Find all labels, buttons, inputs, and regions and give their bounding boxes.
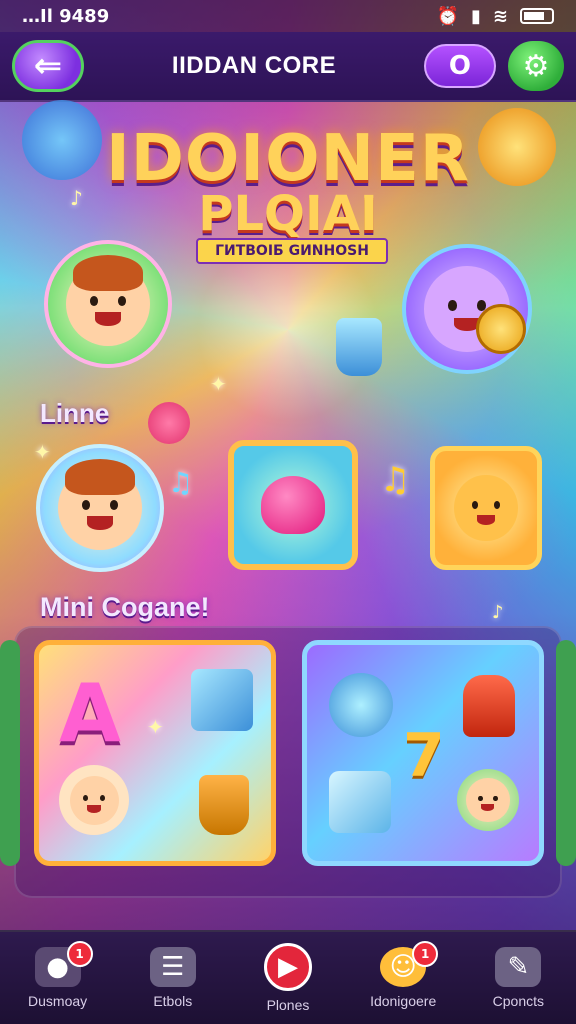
nav-item-2[interactable]: ▶ Plones	[233, 943, 343, 1013]
bottom-navigation: ● 1 Dusmoay ☰ Etbols ▶ Plones ☺ 1 Idonig…	[0, 930, 576, 1024]
cube-icon	[191, 669, 253, 731]
character-face	[454, 474, 518, 542]
mini-games-label: Mini Cogane!	[40, 592, 210, 622]
nav-item-0[interactable]: ● 1 Dusmoay	[3, 941, 113, 1009]
nav-label: Idonigoere	[370, 993, 437, 1009]
card-peek-left	[0, 640, 20, 866]
nav-label: Etbols	[153, 993, 193, 1009]
hero-title-line2: PLQIAI	[198, 186, 378, 242]
nav-item-1[interactable]: ☰ Etbols	[118, 947, 228, 1009]
hero-subtitle-banner: ГИТВОІБ GИNHOSH	[196, 238, 388, 264]
app-title: IIDDAN CORE	[171, 52, 337, 79]
status-time: …Il 9489	[22, 5, 110, 27]
music-note-icon: ♫	[380, 460, 411, 500]
gear-icon: ⚙	[522, 48, 550, 84]
character-kid-portrait[interactable]	[36, 444, 164, 572]
ufo-decoration	[22, 100, 102, 180]
arrow-left-icon: ⇐	[33, 46, 63, 86]
document-icon: ☰	[149, 947, 196, 987]
mini-game-card[interactable]: 7	[302, 640, 544, 866]
settings-button[interactable]: ⚙	[507, 41, 564, 91]
nav-label: Plones	[266, 997, 310, 1013]
character-face	[66, 255, 150, 346]
sparkle-icon: ✦	[34, 440, 51, 464]
top-right-controls: O ⚙	[423, 41, 564, 91]
cup-icon	[199, 775, 249, 835]
nav-label: Cponcts	[492, 993, 545, 1009]
cup-icon	[336, 318, 382, 376]
signal-icon: ▮	[471, 5, 481, 27]
card-peek-right	[556, 640, 576, 866]
character-face	[457, 769, 519, 831]
music-note-icon: ♪	[492, 602, 504, 623]
back-button[interactable]: ⇐	[12, 40, 84, 92]
planet-decoration	[478, 108, 556, 186]
status-bar: …Il 9489 ⏰ ▮ ≋	[0, 0, 576, 32]
bubble-icon	[329, 673, 393, 737]
mini-game-card[interactable]: A ✦	[34, 640, 276, 866]
character-face	[59, 765, 129, 835]
pencil-icon: ✎	[495, 947, 542, 987]
lamp-icon	[463, 675, 515, 737]
character-bear-tile[interactable]	[430, 446, 542, 570]
crystal-icon	[329, 771, 391, 833]
nav-item-3[interactable]: ☺ 1 Idonigoere	[348, 941, 458, 1009]
coin-button[interactable]: O	[423, 44, 496, 88]
character-boy-portrait[interactable]	[44, 240, 172, 368]
top-bar: ⇐ IIDDAN CORE O ⚙	[0, 32, 576, 102]
battery-icon	[520, 8, 554, 24]
sparkle-icon: ✦	[210, 372, 227, 396]
notification-badge: 1	[412, 941, 439, 967]
number-glyph: 7	[403, 721, 445, 791]
heart-tile[interactable]	[228, 440, 358, 570]
nav-label: Dusmoay	[28, 993, 88, 1009]
music-note-icon: ♫	[168, 466, 194, 499]
heart-icon	[261, 476, 325, 534]
heart-icon	[148, 402, 190, 444]
wifi-icon: ≋	[492, 5, 508, 27]
status-icons: ⏰ ▮ ≋	[437, 6, 554, 27]
play-icon: ▶	[263, 943, 312, 991]
music-note-icon: ♪	[70, 186, 83, 210]
letter-glyph: A	[59, 667, 121, 760]
nav-item-4[interactable]: ✎ Cponcts	[463, 947, 573, 1009]
sparkle-icon: ✦	[147, 715, 164, 739]
featured-section-label: Linne	[40, 398, 110, 428]
coin-icon	[476, 304, 526, 354]
notification-badge: 1	[66, 941, 93, 967]
character-face	[58, 459, 142, 550]
alarm-icon: ⏰	[436, 5, 459, 27]
